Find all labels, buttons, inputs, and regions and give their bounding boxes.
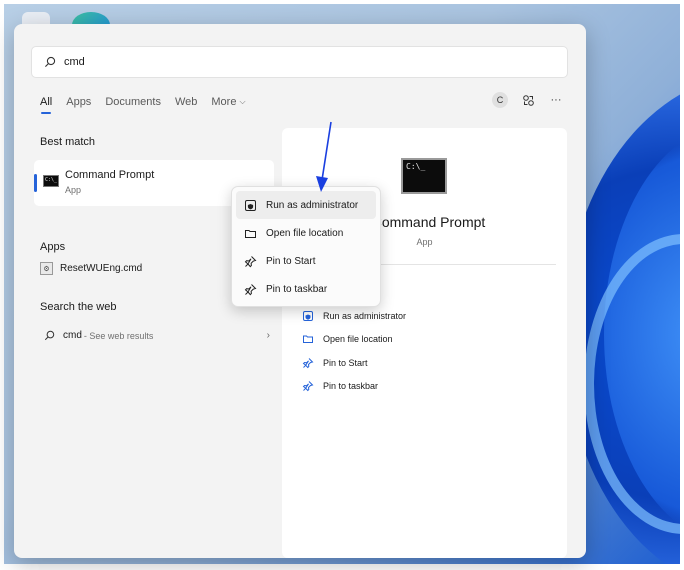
action-pin-to-taskbar[interactable]: Pin to taskbar — [302, 375, 406, 399]
context-run-as-admin[interactable]: Run as administrator — [236, 191, 376, 219]
selection-indicator — [34, 174, 37, 192]
web-hint: - See web results — [83, 330, 154, 341]
context-open-file-location[interactable]: Open file location — [236, 219, 376, 247]
best-match-type: App — [65, 185, 82, 195]
shield-icon — [245, 199, 256, 211]
action-pin-to-start[interactable]: Pin to Start — [302, 351, 406, 375]
tab-more[interactable]: More ⌵ — [211, 96, 245, 114]
folder-icon — [245, 229, 256, 238]
chevron-down-icon: ⌵ — [239, 97, 246, 106]
context-pin-to-taskbar[interactable]: Pin to taskbar — [236, 275, 376, 303]
more-options-icon[interactable]: ··· — [548, 92, 564, 108]
search-icon — [44, 55, 58, 69]
pin-icon — [302, 381, 314, 392]
app-result-item[interactable]: ⚙ ResetWUEng.cmd — [40, 262, 142, 275]
search-box[interactable] — [31, 46, 568, 78]
app-result-name: ResetWUEng.cmd — [60, 263, 143, 274]
search-web-heading: Search the web — [40, 301, 117, 313]
apps-heading: Apps — [40, 241, 66, 253]
tab-documents[interactable]: Documents — [105, 96, 161, 114]
command-prompt-icon: C:\_ — [401, 158, 447, 194]
share-icon[interactable] — [520, 92, 536, 108]
tab-apps[interactable]: Apps — [66, 96, 91, 114]
account-avatar[interactable]: C — [492, 92, 508, 108]
filter-tabs: All Apps Documents Web More ⌵ — [40, 96, 246, 114]
web-result-item[interactable]: cmd - See web results › — [44, 330, 270, 341]
tab-all[interactable]: All — [40, 96, 52, 114]
context-menu: Run as administrator Open file location … — [231, 186, 381, 307]
best-match-name: Command Prompt — [65, 169, 155, 181]
action-open-file-location[interactable]: Open file location — [302, 328, 406, 352]
pin-icon — [244, 283, 257, 295]
command-prompt-icon: C:\_ — [43, 175, 59, 187]
tab-web[interactable]: Web — [175, 96, 197, 114]
context-pin-to-start[interactable]: Pin to Start — [236, 247, 376, 275]
search-icon — [44, 330, 55, 341]
best-match-heading: Best match — [40, 136, 96, 148]
annotation-arrow — [316, 121, 332, 192]
action-run-as-admin[interactable]: Run as administrator — [302, 304, 406, 328]
pin-icon — [302, 357, 314, 368]
web-query: cmd — [63, 330, 82, 341]
script-file-icon: ⚙ — [40, 262, 53, 275]
top-right-actions: C ··· — [492, 92, 564, 108]
shield-icon — [303, 310, 313, 321]
chevron-right-icon: › — [266, 330, 270, 341]
folder-icon — [303, 335, 313, 344]
search-input[interactable] — [64, 56, 464, 68]
pin-icon — [244, 255, 257, 267]
detail-actions: Run as administrator Open file location … — [302, 304, 406, 398]
